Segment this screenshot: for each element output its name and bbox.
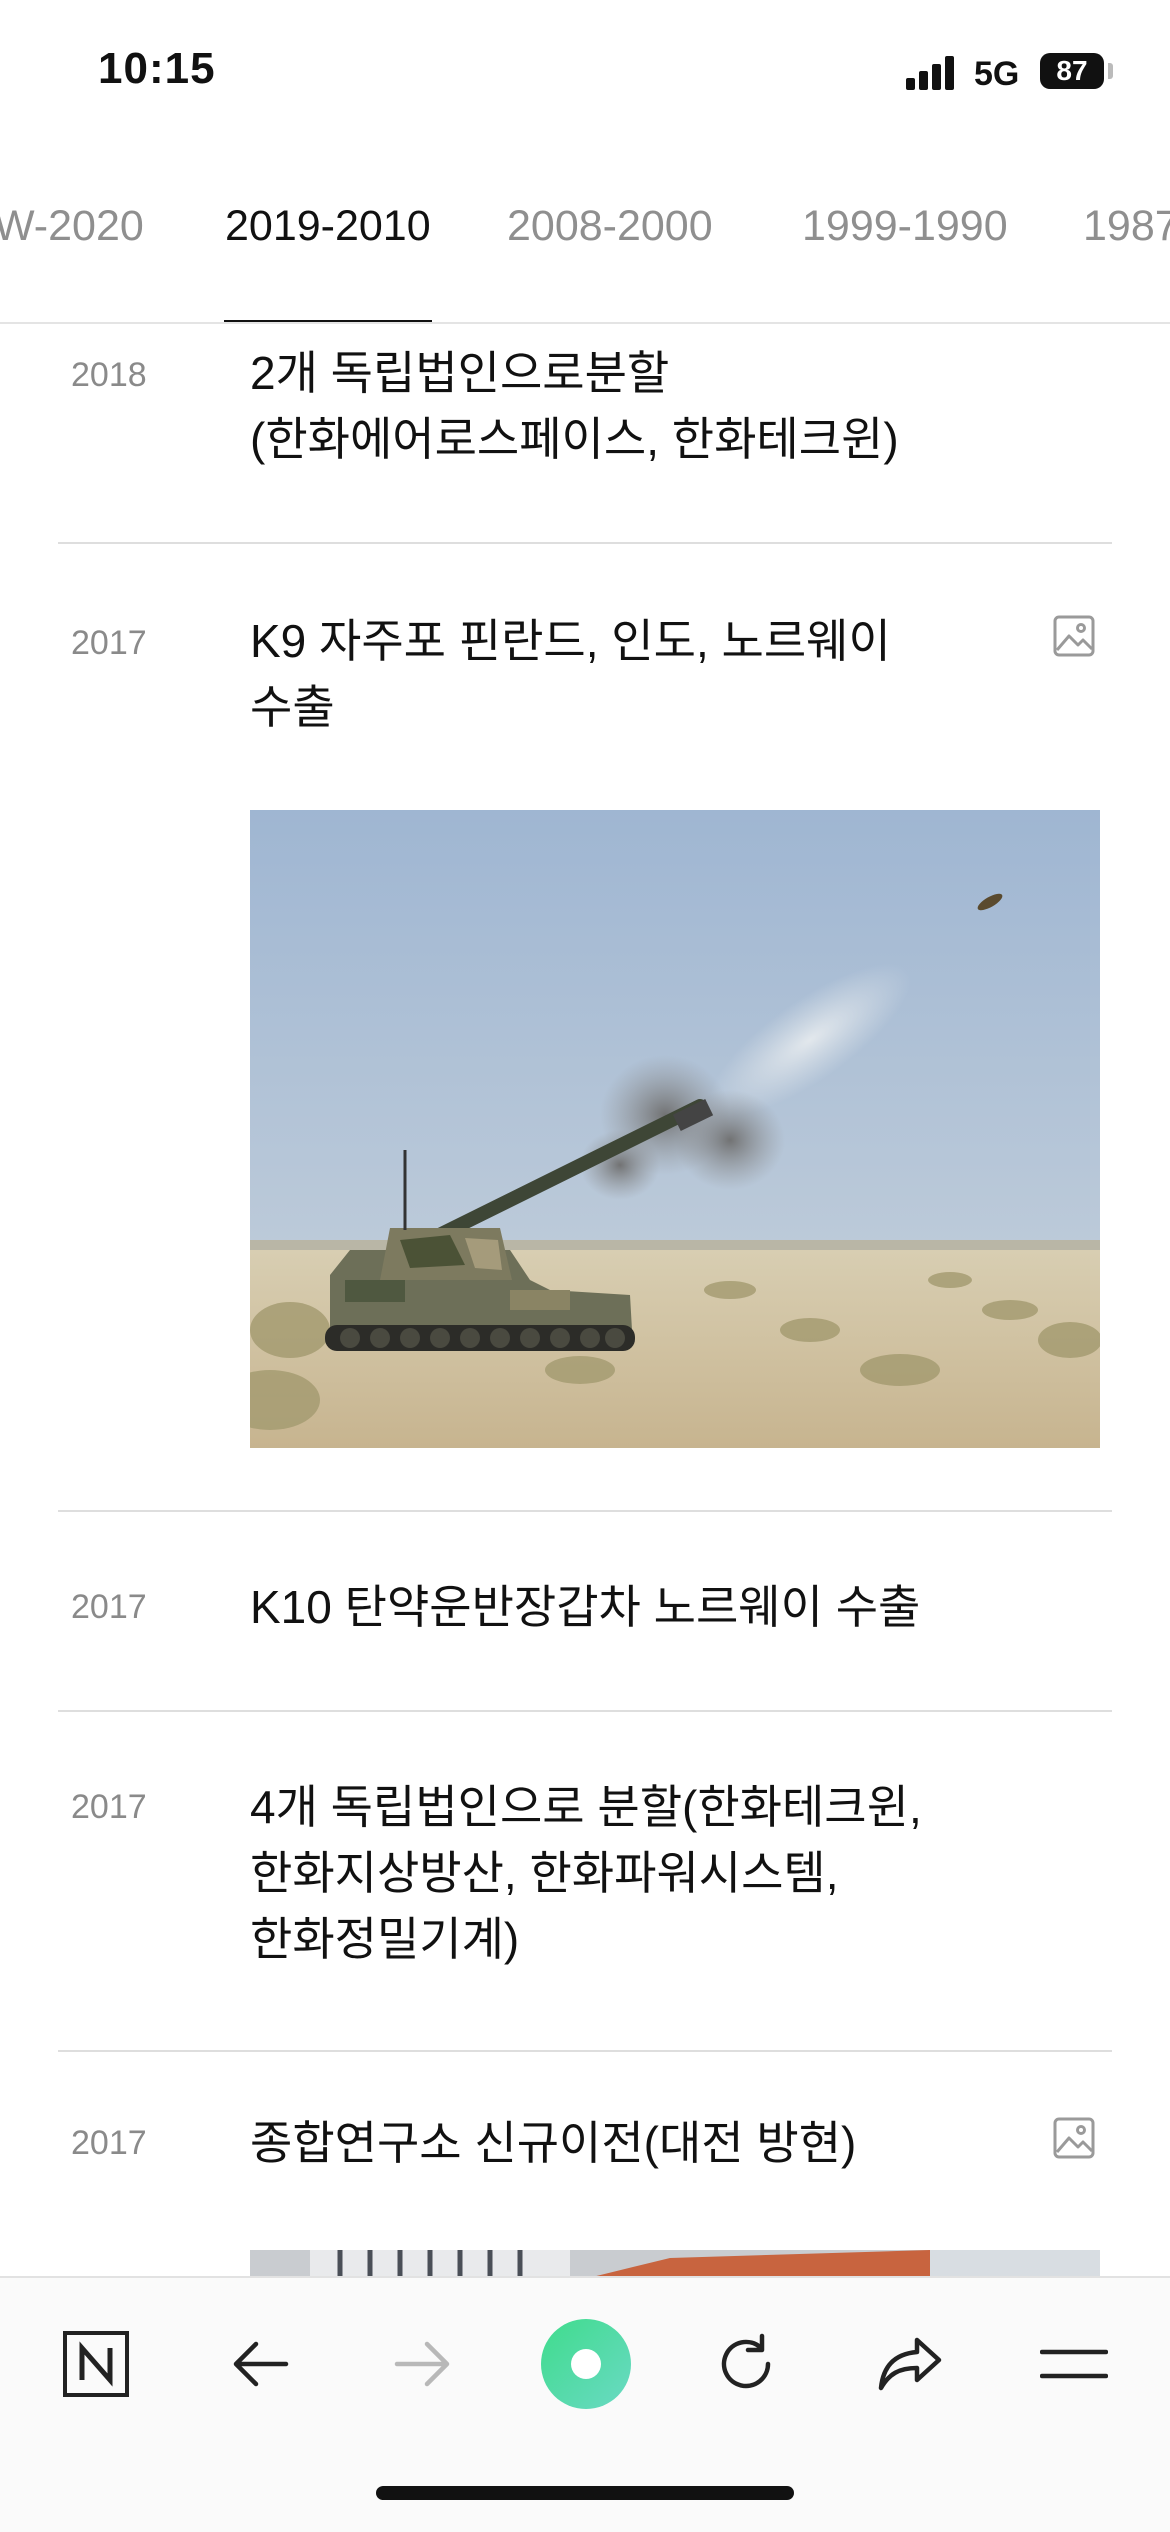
arrow-right-icon — [394, 2341, 450, 2387]
status-bar: 10:15 5G 87 — [0, 0, 1170, 150]
battery-icon: 87 — [1040, 53, 1104, 89]
entry-text: K10 탄약운반장갑차 노르웨이 수출 — [250, 1581, 921, 1633]
share-arrow-icon — [878, 2337, 942, 2391]
timeline-entry: 2017 K10 탄약운반장갑차 노르웨이 수출 — [58, 1512, 1112, 1708]
share-button[interactable] — [866, 2320, 954, 2408]
timeline-entry: 2017 4개 독립법인으로 분할(한화테크윈, 한화지상방산, 한화파워시스템… — [58, 1712, 1112, 2050]
entry-text: 4개 독립법인으로 분할(한화테크윈, 한화지상방산, 한화파워시스템, 한화정… — [250, 1781, 922, 1965]
tab-1987[interactable]: 1987 — [1083, 202, 1170, 251]
k9-howitzer-photo — [250, 810, 1100, 1448]
timeline-entry: 2018 2개 독립법인으로분할 (한화에어로스페이스, 한화테크윈) — [58, 326, 1112, 542]
tab-w-2020[interactable]: W-2020 — [0, 202, 144, 251]
year-tabs: W-2020 2019-2010 2008-2000 1999-1990 198… — [0, 150, 1170, 324]
green-dot-button[interactable] — [540, 2318, 632, 2410]
hamburger-icon — [1040, 2349, 1108, 2379]
entry-year: 2017 — [71, 1788, 147, 1826]
active-tab-indicator — [224, 320, 432, 322]
entry-year: 2017 — [71, 624, 147, 662]
n-logo-icon — [63, 2331, 129, 2397]
research-center-photo — [250, 2250, 1100, 2276]
timeline-list[interactable]: 2018 2개 독립법인으로분할 (한화에어로스페이스, 한화테크윈) 2017… — [0, 326, 1170, 2276]
battery-tip — [1108, 63, 1113, 79]
entry-year: 2017 — [71, 2124, 147, 2162]
entry-text: 종합연구소 신규이전(대전 방현) — [250, 2117, 857, 2169]
refresh-icon — [721, 2333, 771, 2389]
entry-year: 2017 — [71, 1588, 147, 1626]
signal-icon — [906, 56, 958, 90]
tab-2019-2010[interactable]: 2019-2010 — [225, 202, 431, 251]
timeline-entry: 2017 종합연구소 신규이전(대전 방현) — [58, 2052, 1112, 2276]
tab-2008-2000[interactable]: 2008-2000 — [507, 202, 713, 251]
home-indicator[interactable] — [376, 2486, 794, 2500]
image-icon[interactable] — [1052, 2116, 1096, 2160]
naver-home-button[interactable] — [52, 2320, 140, 2408]
image-icon[interactable] — [1052, 614, 1096, 658]
green-circle-icon — [541, 2319, 631, 2409]
status-time: 10:15 — [98, 44, 216, 93]
entry-text: K9 자주포 핀란드, 인도, 노르웨이 수출 — [250, 615, 891, 733]
entry-text: 2개 독립법인으로분할 (한화에어로스페이스, 한화테크윈) — [250, 347, 899, 465]
menu-button[interactable] — [1030, 2320, 1118, 2408]
entry-year: 2018 — [71, 356, 147, 394]
forward-button[interactable] — [379, 2320, 467, 2408]
tab-1999-1990[interactable]: 1999-1990 — [802, 202, 1008, 251]
network-label: 5G — [974, 55, 1020, 93]
refresh-button[interactable] — [702, 2320, 790, 2408]
back-button[interactable] — [216, 2320, 304, 2408]
arrow-left-icon — [233, 2341, 289, 2387]
